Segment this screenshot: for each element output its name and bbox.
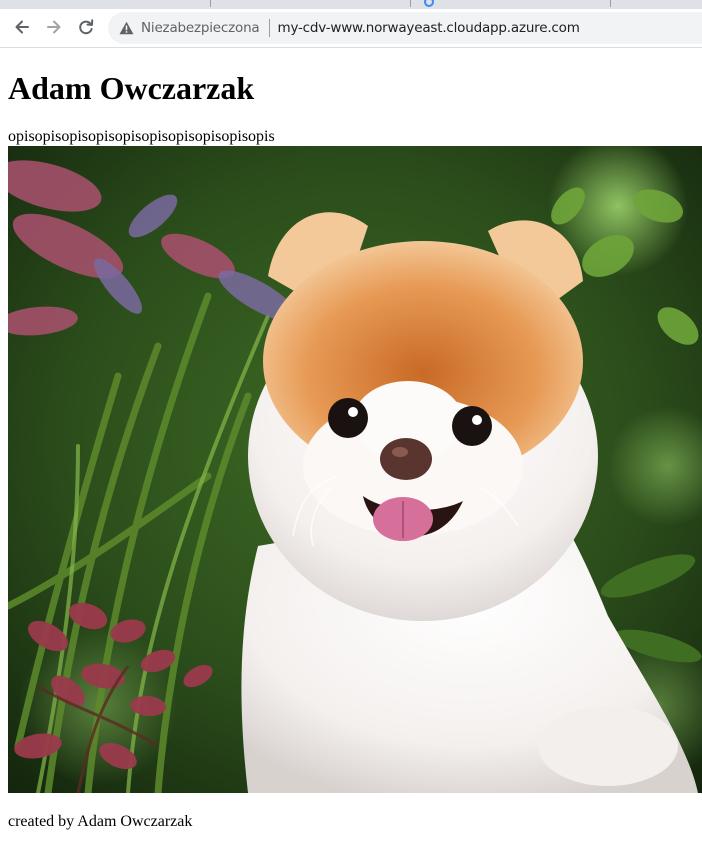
tab-favicon-icon[interactable]	[424, 0, 434, 7]
back-button[interactable]	[8, 13, 36, 41]
arrow-right-icon	[47, 20, 61, 34]
browser-tab-strip	[0, 0, 702, 9]
page-footer: created by Adam Owczarzak	[8, 813, 193, 830]
security-status-label[interactable]: Niezabezpieczona	[141, 20, 260, 36]
tab-divider	[410, 0, 411, 7]
page-description: opisopisopisopisopisopisopisopisopisopis	[8, 128, 275, 145]
browser-toolbar: Niezabezpieczona my-cdv-www.norwayeast.c…	[0, 9, 702, 48]
reload-button[interactable]	[72, 13, 100, 41]
page-title: Adam Owczarzak	[8, 70, 255, 106]
forward-button[interactable]	[40, 13, 68, 41]
warning-triangle-icon[interactable]	[118, 20, 134, 36]
omnibox-divider	[268, 19, 270, 37]
reload-icon	[79, 19, 94, 35]
url-text[interactable]: my-cdv-www.norwayeast.cloudapp.azure.com	[278, 20, 580, 36]
tab-divider	[210, 0, 211, 7]
arrow-left-icon	[15, 20, 29, 34]
dog-photo	[8, 146, 702, 793]
address-bar[interactable]: Niezabezpieczona my-cdv-www.norwayeast.c…	[108, 12, 702, 44]
tab-divider	[610, 0, 611, 7]
